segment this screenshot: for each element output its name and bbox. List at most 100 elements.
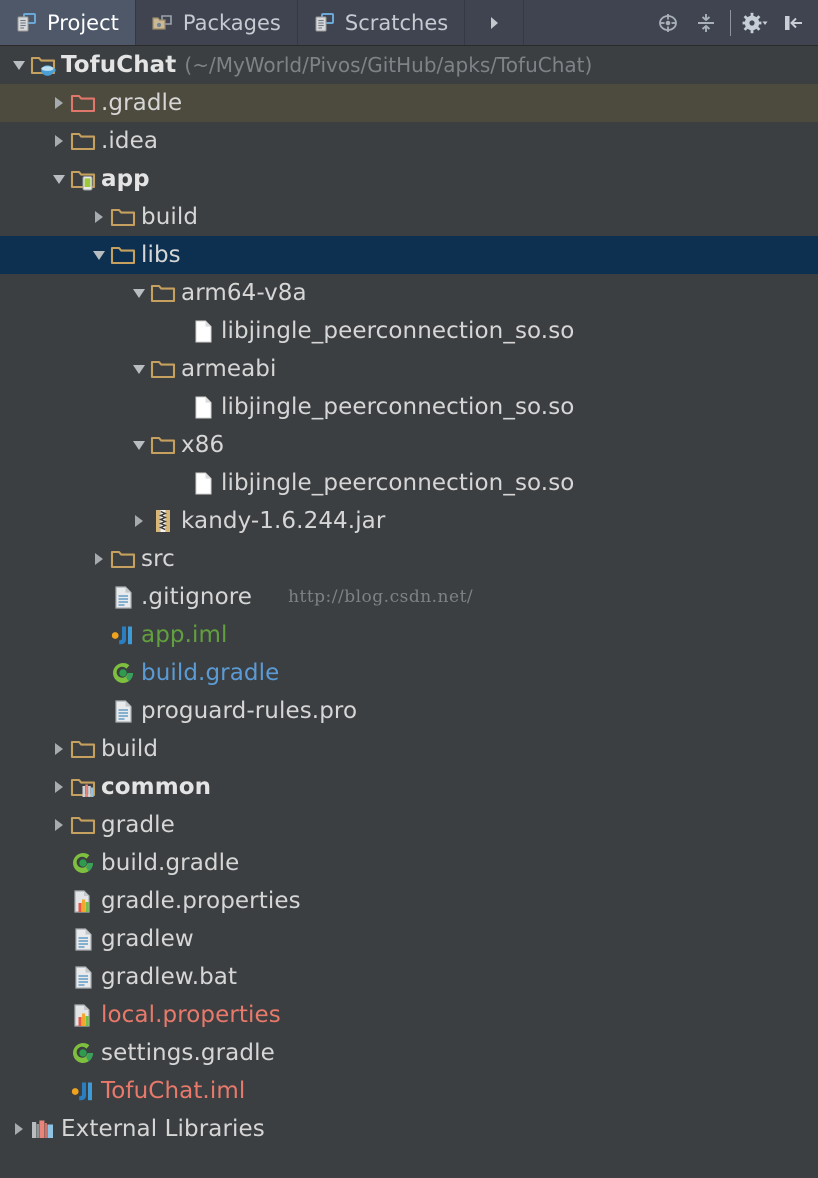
tree-row[interactable]: TofuChat (~/MyWorld/Pivos/GitHub/apks/Tof… bbox=[0, 46, 818, 84]
chevron-right-icon[interactable] bbox=[8, 1110, 30, 1148]
tree-row[interactable]: build.gradle bbox=[0, 654, 818, 692]
scroll-from-source-button[interactable] bbox=[649, 0, 687, 45]
tab-bar-spacer bbox=[524, 0, 649, 45]
tree-row-label: app bbox=[101, 166, 150, 192]
properties-icon bbox=[70, 996, 96, 1034]
tree-row-label: gradlew bbox=[101, 926, 194, 952]
hide-panel-button[interactable] bbox=[774, 0, 812, 45]
tree-row[interactable]: gradle bbox=[0, 806, 818, 844]
collapse-all-button[interactable] bbox=[687, 0, 725, 45]
chevron-down-icon[interactable] bbox=[128, 350, 150, 388]
module-library-icon bbox=[70, 768, 96, 806]
tree-row-label: .idea bbox=[101, 128, 158, 154]
chevron-right-icon[interactable] bbox=[48, 768, 70, 806]
collapse-all-icon bbox=[694, 11, 718, 35]
tree-row[interactable]: build bbox=[0, 198, 818, 236]
tree-row[interactable]: libjingle_peerconnection_so.so bbox=[0, 312, 818, 350]
tree-row[interactable]: .idea bbox=[0, 122, 818, 160]
folder-icon bbox=[70, 806, 96, 844]
tree-row-label: build bbox=[101, 736, 158, 762]
tree-row-label: build.gradle bbox=[101, 850, 239, 876]
chevron-down-icon[interactable] bbox=[128, 426, 150, 464]
jar-archive-icon bbox=[150, 502, 176, 540]
tree-row-label: settings.gradle bbox=[101, 1040, 275, 1066]
tree-twisty-placeholder bbox=[48, 844, 70, 882]
tree-row-label: app.iml bbox=[141, 622, 228, 648]
tree-row[interactable]: .gradle bbox=[0, 84, 818, 122]
tree-row-label: x86 bbox=[181, 432, 224, 458]
tree-row-label: External Libraries bbox=[61, 1116, 265, 1142]
libraries-icon bbox=[30, 1110, 56, 1148]
tree-twisty-placeholder bbox=[168, 312, 190, 350]
tree-twisty-placeholder bbox=[48, 882, 70, 920]
tree-row[interactable]: libs bbox=[0, 236, 818, 274]
gradle-icon bbox=[110, 654, 136, 692]
file-plain-icon bbox=[190, 464, 216, 502]
tree-row[interactable]: x86 bbox=[0, 426, 818, 464]
tree-row[interactable]: TofuChat.iml bbox=[0, 1072, 818, 1110]
tree-row-label: TofuChat.iml bbox=[101, 1078, 245, 1104]
tree-row[interactable]: build.gradle bbox=[0, 844, 818, 882]
project-view-icon bbox=[14, 11, 38, 35]
tree-row[interactable]: build bbox=[0, 730, 818, 768]
folder-icon bbox=[110, 236, 136, 274]
tree-row-label: gradle bbox=[101, 812, 175, 838]
tree-row[interactable]: .gitignorehttp://blog.csdn.net/ bbox=[0, 578, 818, 616]
chevron-right-icon[interactable] bbox=[48, 84, 70, 122]
tree-row-label: local.properties bbox=[101, 1002, 281, 1028]
project-tree[interactable]: TofuChat (~/MyWorld/Pivos/GitHub/apks/Tof… bbox=[0, 46, 818, 1148]
chevron-down-icon[interactable] bbox=[48, 160, 70, 198]
tab-packages[interactable]: Packages bbox=[136, 0, 298, 45]
tree-row-label: .gradle bbox=[101, 90, 182, 116]
project-tool-window: Project Packages bbox=[0, 0, 818, 1178]
tree-row[interactable]: External Libraries bbox=[0, 1110, 818, 1148]
tree-row-label: proguard-rules.pro bbox=[141, 698, 357, 724]
watermark-text: http://blog.csdn.net/ bbox=[288, 587, 473, 607]
tree-row[interactable]: armeabi bbox=[0, 350, 818, 388]
tab-scratches[interactable]: Scratches bbox=[298, 0, 465, 45]
chevron-right-icon[interactable] bbox=[88, 540, 110, 578]
chevron-right-icon[interactable] bbox=[128, 502, 150, 540]
tree-row[interactable]: gradlew bbox=[0, 920, 818, 958]
settings-gear-icon bbox=[742, 11, 768, 35]
tree-row[interactable]: proguard-rules.pro bbox=[0, 692, 818, 730]
iml-module-icon bbox=[70, 1072, 96, 1110]
tree-row[interactable]: libjingle_peerconnection_so.so bbox=[0, 464, 818, 502]
chevron-right-icon[interactable] bbox=[48, 806, 70, 844]
tree-row[interactable]: local.properties bbox=[0, 996, 818, 1034]
tab-project[interactable]: Project bbox=[0, 0, 136, 45]
tree-row[interactable]: kandy-1.6.244.jar bbox=[0, 502, 818, 540]
chevron-right-icon[interactable] bbox=[48, 122, 70, 160]
file-plain-icon bbox=[190, 388, 216, 426]
tree-row-label: src bbox=[141, 546, 175, 572]
chevron-down-icon[interactable] bbox=[8, 46, 30, 84]
tree-row[interactable]: gradle.properties bbox=[0, 882, 818, 920]
file-text-icon bbox=[70, 920, 96, 958]
tree-row[interactable]: src bbox=[0, 540, 818, 578]
tree-row[interactable]: settings.gradle bbox=[0, 1034, 818, 1072]
tab-overflow-button[interactable] bbox=[465, 0, 524, 45]
scratches-view-icon bbox=[312, 11, 336, 35]
chevron-right-icon[interactable] bbox=[48, 730, 70, 768]
tab-project-label: Project bbox=[47, 11, 119, 35]
tool-window-actions bbox=[649, 0, 818, 45]
tree-twisty-placeholder bbox=[88, 616, 110, 654]
module-android-icon bbox=[70, 160, 96, 198]
folder-icon bbox=[70, 122, 96, 160]
tree-twisty-placeholder bbox=[48, 1072, 70, 1110]
tree-twisty-placeholder bbox=[48, 920, 70, 958]
chevron-down-icon[interactable] bbox=[88, 236, 110, 274]
tree-row[interactable]: gradlew.bat bbox=[0, 958, 818, 996]
tree-row-label: TofuChat bbox=[61, 52, 176, 78]
project-path: (~/MyWorld/Pivos/GitHub/apks/TofuChat) bbox=[184, 53, 592, 77]
chevron-down-icon[interactable] bbox=[128, 274, 150, 312]
tree-twisty-placeholder bbox=[88, 692, 110, 730]
file-text-icon bbox=[110, 578, 136, 616]
tree-row[interactable]: arm64-v8a bbox=[0, 274, 818, 312]
tree-row[interactable]: app.iml bbox=[0, 616, 818, 654]
tree-row[interactable]: libjingle_peerconnection_so.so bbox=[0, 388, 818, 426]
tree-row[interactable]: common bbox=[0, 768, 818, 806]
settings-button[interactable] bbox=[736, 0, 774, 45]
tree-row[interactable]: app bbox=[0, 160, 818, 198]
chevron-right-icon[interactable] bbox=[88, 198, 110, 236]
